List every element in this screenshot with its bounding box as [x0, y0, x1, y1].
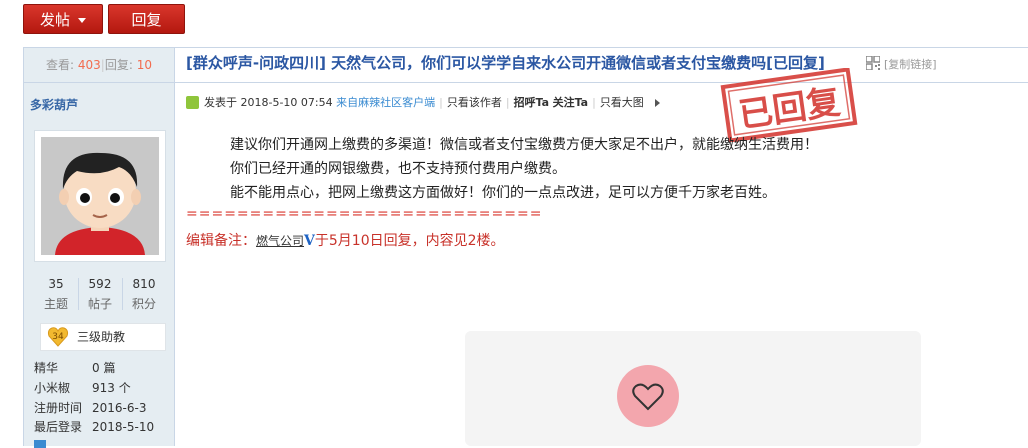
info-key: 注册时间 [34, 401, 83, 415]
avatar[interactable] [34, 130, 166, 262]
sidebar-divider [174, 48, 175, 446]
info-row-register: 注册时间 2016-6-3 [34, 399, 146, 416]
heart-icon [632, 383, 664, 411]
edit-note-prefix: 编辑备注： [186, 233, 256, 249]
reply-button-label: 回复 [131, 11, 162, 29]
post-button-label: 发帖 [39, 11, 70, 29]
count-points[interactable]: 810 积分 [122, 274, 166, 314]
post-source-link[interactable]: 来自麻辣社区客户端 [336, 96, 435, 109]
title-divider [175, 82, 1028, 83]
chevron-right-icon[interactable] [655, 99, 661, 107]
rank-badge[interactable]: 34 三级助教 [40, 323, 166, 351]
count-topics[interactable]: 35 主题 [34, 274, 78, 314]
info-row-essence: 精华 0 篇 [34, 359, 115, 376]
count-topics-label: 主题 [43, 297, 68, 311]
author-name[interactable]: 多彩葫芦 [30, 96, 78, 113]
like-button[interactable] [617, 365, 679, 427]
copy-link[interactable]: [复制链接] [884, 56, 937, 72]
heart-badge-icon: 34 [47, 327, 69, 347]
replies-label: 回复: [104, 58, 133, 72]
thread-stats: 查看: 403|回复: 10 [24, 48, 174, 83]
info-value: 0 篇 [92, 361, 116, 375]
edit-note-suffix: 于5月10日回复，内容见2楼。 [314, 233, 505, 249]
post-separator: ============================ [186, 206, 543, 222]
info-value: 913 个 [92, 381, 131, 395]
only-author-link[interactable]: 只看该作者 [447, 96, 502, 109]
post-button[interactable]: 发帖 [23, 4, 103, 34]
avatar-icon [41, 137, 159, 255]
views-count: 403 [77, 58, 101, 72]
verified-badge-icon: V [304, 233, 315, 249]
avatar-image [41, 137, 159, 255]
edit-note: 编辑备注：燃气公司V于5月10日回复，内容见2楼。 [186, 230, 505, 250]
replies-count: 10 [136, 58, 152, 72]
reward-panel [465, 331, 921, 446]
info-value: 2018-5-10 [92, 420, 155, 434]
replied-stamp: 已回复 [720, 68, 858, 142]
rank-name: 三级助教 [77, 330, 126, 344]
rank-level: 34 [52, 332, 64, 342]
message-icon[interactable] [34, 440, 46, 448]
post-time: 发表于 2018-5-10 07:54 [204, 96, 333, 109]
info-value: 2016-6-3 [92, 401, 147, 415]
info-key: 小米椒 [34, 381, 71, 395]
info-key: 精华 [34, 361, 59, 375]
edit-note-user-link[interactable]: 燃气公司 [256, 234, 304, 248]
chevron-down-icon [78, 18, 86, 23]
info-row-pepper: 小米椒 913 个 [34, 379, 131, 396]
greet-link[interactable]: 招呼Ta [514, 96, 550, 109]
post-line: 能不能用点心，把网上缴费这方面做好！你们的一点点改进，足可以方便千万家老百姓。 [230, 185, 776, 201]
reply-button[interactable]: 回复 [108, 4, 185, 34]
count-posts-value: 592 [88, 277, 112, 291]
count-points-label: 积分 [131, 297, 156, 311]
author-counts: 35 主题 592 帖子 810 积分 [34, 274, 166, 314]
only-large-images-link[interactable]: 只看大图 [600, 96, 644, 109]
views-label: 查看: [46, 58, 75, 72]
count-posts-label: 帖子 [87, 297, 112, 311]
post-line: 你们已经开通的网银缴费，也不支持预付费用户缴费。 [230, 161, 566, 177]
post-meta: 发表于 2018-5-10 07:54 来自麻辣社区客户端 | 只看该作者 | 招呼Ta… [186, 95, 661, 110]
post-line: 建议你们开通网上缴费的多渠道！微信或者支付宝缴费方便大家足不出户，就能缴纳生活费… [230, 137, 818, 153]
count-points-value: 810 [132, 277, 156, 291]
follow-link[interactable]: 关注Ta [553, 96, 589, 109]
count-posts[interactable]: 592 帖子 [78, 274, 122, 314]
poster-icon [186, 95, 199, 109]
count-topics-value: 35 [48, 277, 64, 291]
info-key: 最后登录 [34, 420, 83, 434]
qr-code-icon[interactable] [866, 56, 880, 70]
info-row-last-login: 最后登录 2018-5-10 [34, 418, 154, 435]
